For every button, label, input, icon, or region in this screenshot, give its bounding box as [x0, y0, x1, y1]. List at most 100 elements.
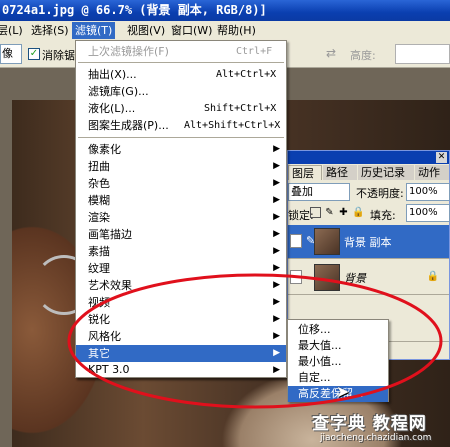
- menu-item-label: 其它: [88, 347, 110, 360]
- submenu-arrow-icon: ▶: [273, 297, 280, 307]
- menu-item-label: 模糊: [88, 194, 110, 207]
- menu-item-pixelate[interactable]: 像素化 ▶: [76, 141, 286, 158]
- menu-item-label: 上次滤镜操作(F): [88, 45, 169, 58]
- layer-thumbnail: [314, 264, 340, 291]
- lock-pixels-icon[interactable]: ✎: [324, 207, 335, 218]
- menu-item-label: 杂色: [88, 177, 110, 190]
- menu-item-offset[interactable]: 位移...: [288, 322, 388, 338]
- submenu-arrow-icon: ▶: [273, 331, 280, 341]
- opacity-input[interactable]: 100%: [406, 183, 450, 201]
- menu-item-label: 素描: [88, 245, 110, 258]
- swap-icon[interactable]: ⇄: [326, 46, 336, 60]
- menu-item-stylize[interactable]: 风格化 ▶: [76, 328, 286, 345]
- menu-help[interactable]: 帮助(H): [214, 22, 259, 39]
- close-icon[interactable]: ✕: [436, 152, 447, 163]
- menu-filter[interactable]: 滤镜(T): [72, 22, 116, 39]
- menu-item-label: 滤镜库(G)...: [88, 85, 149, 98]
- tab-history[interactable]: 历史记录: [358, 165, 414, 180]
- watermark-url: jiaocheng.chazidian.com: [320, 433, 432, 443]
- tab-actions[interactable]: 动作: [415, 165, 449, 180]
- height-label: 高度:: [350, 49, 376, 62]
- visibility-icon[interactable]: [290, 270, 302, 284]
- menu-layer[interactable]: 层(L): [0, 22, 26, 39]
- menu-item-maximum[interactable]: 最大值...: [288, 338, 388, 354]
- submenu-arrow-icon: ▶: [273, 246, 280, 256]
- menu-separator: [78, 62, 284, 63]
- submenu-arrow-icon: ▶: [273, 348, 280, 358]
- menu-item-label: 画笔描边: [88, 228, 132, 241]
- submenu-arrow-icon: ▶: [273, 263, 280, 273]
- menu-item-label: 扭曲: [88, 160, 110, 173]
- submenu-arrow-icon: ▶: [273, 161, 280, 171]
- submenu-arrow-icon: ▶: [273, 365, 280, 375]
- submenu-arrow-icon: ▶: [273, 314, 280, 324]
- window-title: 0724a1.jpg @ 66.7% (背景 副本, RGB/8)]: [2, 3, 267, 17]
- window-title-bar: 0724a1.jpg @ 66.7% (背景 副本, RGB/8)]: [0, 0, 450, 21]
- lock-transparency-icon[interactable]: [310, 207, 321, 218]
- shortcut-label: Alt+Shift+Ctrl+X: [184, 120, 281, 131]
- menu-item-label: 视频: [88, 296, 110, 309]
- menu-item-artistic[interactable]: 艺术效果 ▶: [76, 277, 286, 294]
- tab-layers[interactable]: 图层: [288, 165, 322, 180]
- height-input[interactable]: [395, 44, 450, 64]
- menu-item-label: KPT 3.0: [88, 363, 130, 376]
- menu-item-render[interactable]: 渲染 ▶: [76, 209, 286, 226]
- menu-item-minimum[interactable]: 最小值...: [288, 354, 388, 370]
- pixels-button[interactable]: 像素: [0, 44, 22, 64]
- watermark: 查字典 教程网 jiaocheng.chazidian.com: [312, 405, 450, 447]
- menu-item-distort[interactable]: 扭曲 ▶: [76, 158, 286, 175]
- layer-thumbnail: [314, 228, 340, 255]
- menu-item-sketch[interactable]: 素描 ▶: [76, 243, 286, 260]
- menu-view[interactable]: 视图(V): [124, 22, 168, 39]
- lock-all-icon[interactable]: 🔒: [352, 207, 364, 218]
- blend-mode-select[interactable]: 叠加: [288, 183, 350, 201]
- menu-item-blur[interactable]: 模糊 ▶: [76, 192, 286, 209]
- menu-item-video[interactable]: 视频 ▶: [76, 294, 286, 311]
- tab-paths[interactable]: 路径: [323, 165, 357, 180]
- submenu-arrow-icon: ▶: [273, 195, 280, 205]
- shortcut-label: Ctrl+F: [236, 46, 273, 57]
- menu-select[interactable]: 选择(S): [28, 22, 72, 39]
- submenu-arrow-icon: ▶: [273, 144, 280, 154]
- menu-item-sharpen[interactable]: 锐化 ▶: [76, 311, 286, 328]
- menu-item-label: 像素化: [88, 143, 121, 156]
- submenu-arrow-icon: ▶: [273, 212, 280, 222]
- fill-input[interactable]: 100%: [406, 204, 450, 222]
- submenu-arrow-icon: ▶: [273, 178, 280, 188]
- watermark-title: 查字典 教程网: [312, 414, 427, 434]
- menu-item-label: 渲染: [88, 211, 110, 224]
- layer-name: 背景: [344, 272, 366, 285]
- menu-separator: [78, 137, 284, 138]
- lock-position-icon[interactable]: ✚: [338, 207, 349, 218]
- layer-row[interactable]: ✎ 背景 副本: [288, 225, 449, 259]
- menu-item-label: 抽出(X)...: [88, 68, 137, 81]
- submenu-arrow-icon: ▶: [273, 229, 280, 239]
- anti-alias-label: 消除锯: [42, 49, 75, 62]
- menu-item-kpt[interactable]: KPT 3.0 ▶: [75, 362, 287, 378]
- filter-menu: 上次滤镜操作(F) Ctrl+F 抽出(X)... Alt+Ctrl+X 滤镜库…: [75, 40, 287, 380]
- menu-item-brush-strokes[interactable]: 画笔描边 ▶: [76, 226, 286, 243]
- layer-name: 背景 副本: [344, 236, 392, 249]
- menu-item-extract[interactable]: 抽出(X)... Alt+Ctrl+X: [76, 66, 286, 83]
- menu-item-label: 液化(L)...: [88, 102, 136, 115]
- menu-item-texture[interactable]: 纹理 ▶: [76, 260, 286, 277]
- layer-row[interactable]: 背景 🔒: [288, 261, 449, 295]
- visibility-icon[interactable]: [290, 234, 302, 248]
- menu-item-label: 风格化: [88, 330, 121, 343]
- menu-item-label: 艺术效果: [88, 279, 132, 292]
- submenu-arrow-icon: ▶: [273, 280, 280, 290]
- fill-label: 填充:: [370, 209, 396, 222]
- menu-item-label: 锐化: [88, 313, 110, 326]
- lock-icon: 🔒: [426, 271, 439, 282]
- menu-item-label: 图案生成器(P)...: [88, 119, 169, 132]
- menu-item-other[interactable]: 其它 ▶: [76, 345, 286, 362]
- opacity-label: 不透明度:: [356, 187, 404, 200]
- menu-item-noise[interactable]: 杂色 ▶: [76, 175, 286, 192]
- menu-item-pattern-maker[interactable]: 图案生成器(P)... Alt+Shift+Ctrl+X: [76, 117, 286, 134]
- menu-window[interactable]: 窗口(W): [168, 22, 215, 39]
- menu-item-liquify[interactable]: 液化(L)... Shift+Ctrl+X: [76, 100, 286, 117]
- menu-item-filter-gallery[interactable]: 滤镜库(G)...: [76, 83, 286, 100]
- anti-alias-checkbox[interactable]: ✓: [28, 48, 40, 60]
- menu-item-last-filter: 上次滤镜操作(F) Ctrl+F: [76, 43, 286, 60]
- shortcut-label: Alt+Ctrl+X: [216, 69, 277, 80]
